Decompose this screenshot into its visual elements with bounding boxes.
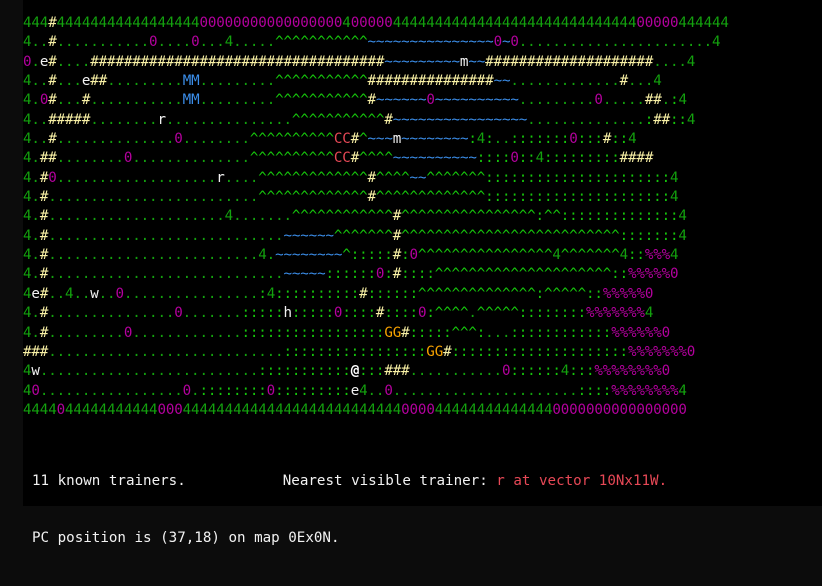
map-row: 4444044444444444000444444444444444444444…: [23, 401, 687, 418]
map-row: 4.#............................~~~~~~^^^…: [23, 227, 687, 244]
map-row: 4.##........0..............^^^^^^^^^^CC#…: [23, 150, 654, 167]
map-row: 4e#..4..w..0................:4::::::::::…: [23, 285, 654, 302]
map-row: 40.................0.::::::::0:::::::::e…: [23, 382, 687, 399]
map-row: 4.#0...................r....^^^^^^^^^^^^…: [23, 169, 679, 186]
map-row: 4w..........................:::::::::::@…: [23, 363, 671, 380]
map-row: 4.#.....................4.......^^^^^^^^…: [23, 208, 687, 225]
map-row: 4.#...............0.......:::::h:::::0::…: [23, 305, 654, 322]
status-line-1: 11 known trainers. Nearest visible traine…: [32, 472, 667, 491]
map-row: 0.e#....################################…: [23, 53, 696, 70]
map-row: 4..#...........0....0...4.....^^^^^^^^^^…: [23, 34, 721, 51]
map-row: 4.#.........0.............::::::::::::::…: [23, 324, 671, 341]
map-row: 4.#............................~~~~~::::…: [23, 266, 679, 283]
map-row: ###............................:::::::::…: [23, 343, 696, 360]
nearest-trainer-label: Nearest visible trainer:: [282, 473, 488, 489]
map-row: 4..#####........r...............^^^^^^^^…: [23, 111, 696, 128]
status-line-2: PC position is (37,18) on map 0Ex0N.: [32, 529, 667, 548]
map-row: 4..#...e##.........MM.........^^^^^^^^^^…: [23, 73, 662, 90]
pc-position-text: PC position is (37,18) on map 0Ex0N.: [32, 530, 340, 546]
map-row: 4..#..............0........^^^^^^^^^^CC#…: [23, 131, 637, 148]
known-trainers-text: 11 known trainers.: [32, 473, 186, 489]
map-row: 4.#.........................4.~~~~~~~~^:…: [23, 247, 679, 264]
status-panel: 11 known trainers. Nearest visible traine…: [32, 434, 667, 586]
terminal-window: 444#444444444444444440000000000000000040…: [23, 0, 822, 546]
map-row: 4.#.........................^^^^^^^^^^^^…: [23, 189, 679, 206]
nearest-trainer-value: r at vector 10Nx11W.: [496, 473, 668, 489]
map-row: 4.0#...#...........MM.........^^^^^^^^^^…: [23, 92, 687, 109]
game-map: 444#444444444444444440000000000000000040…: [23, 14, 729, 420]
map-row: 444#444444444444444440000000000000000040…: [23, 15, 729, 31]
